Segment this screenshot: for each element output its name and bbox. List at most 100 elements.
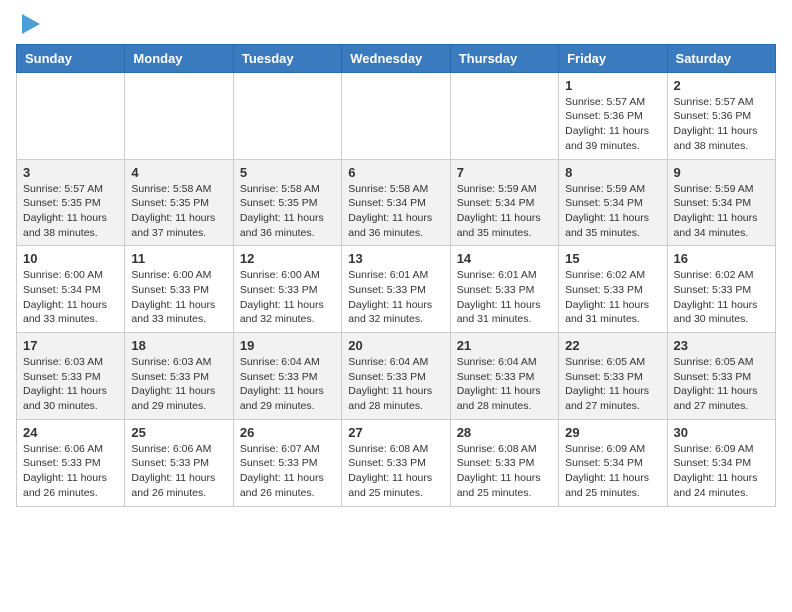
calendar-cell: 29 Sunrise: 6:09 AM Sunset: 5:34 PM Dayli… bbox=[559, 419, 667, 506]
calendar-cell bbox=[450, 72, 558, 159]
day-number: 8 bbox=[565, 165, 660, 180]
day-info: Sunrise: 6:04 AM Sunset: 5:33 PM Dayligh… bbox=[348, 355, 443, 414]
calendar-cell bbox=[233, 72, 341, 159]
day-info: Sunrise: 5:57 AM Sunset: 5:36 PM Dayligh… bbox=[674, 95, 769, 154]
day-info: Sunrise: 6:07 AM Sunset: 5:33 PM Dayligh… bbox=[240, 442, 335, 501]
day-number: 5 bbox=[240, 165, 335, 180]
col-header-saturday: Saturday bbox=[667, 44, 775, 72]
day-info: Sunrise: 6:03 AM Sunset: 5:33 PM Dayligh… bbox=[131, 355, 226, 414]
calendar-cell: 20 Sunrise: 6:04 AM Sunset: 5:33 PM Dayli… bbox=[342, 333, 450, 420]
calendar-cell: 8 Sunrise: 5:59 AM Sunset: 5:34 PM Daylig… bbox=[559, 159, 667, 246]
day-info: Sunrise: 5:58 AM Sunset: 5:35 PM Dayligh… bbox=[131, 182, 226, 241]
calendar-cell: 18 Sunrise: 6:03 AM Sunset: 5:33 PM Dayli… bbox=[125, 333, 233, 420]
day-number: 21 bbox=[457, 338, 552, 353]
calendar-cell: 19 Sunrise: 6:04 AM Sunset: 5:33 PM Dayli… bbox=[233, 333, 341, 420]
calendar-cell: 24 Sunrise: 6:06 AM Sunset: 5:33 PM Dayli… bbox=[17, 419, 125, 506]
col-header-monday: Monday bbox=[125, 44, 233, 72]
calendar-cell: 28 Sunrise: 6:08 AM Sunset: 5:33 PM Dayli… bbox=[450, 419, 558, 506]
col-header-wednesday: Wednesday bbox=[342, 44, 450, 72]
calendar-cell: 11 Sunrise: 6:00 AM Sunset: 5:33 PM Dayli… bbox=[125, 246, 233, 333]
day-info: Sunrise: 5:58 AM Sunset: 5:34 PM Dayligh… bbox=[348, 182, 443, 241]
day-number: 15 bbox=[565, 251, 660, 266]
col-header-friday: Friday bbox=[559, 44, 667, 72]
calendar-cell: 5 Sunrise: 5:58 AM Sunset: 5:35 PM Daylig… bbox=[233, 159, 341, 246]
day-info: Sunrise: 6:08 AM Sunset: 5:33 PM Dayligh… bbox=[457, 442, 552, 501]
day-number: 13 bbox=[348, 251, 443, 266]
calendar-cell: 27 Sunrise: 6:08 AM Sunset: 5:33 PM Dayli… bbox=[342, 419, 450, 506]
day-info: Sunrise: 6:02 AM Sunset: 5:33 PM Dayligh… bbox=[674, 268, 769, 327]
day-number: 2 bbox=[674, 78, 769, 93]
day-info: Sunrise: 6:00 AM Sunset: 5:33 PM Dayligh… bbox=[131, 268, 226, 327]
day-number: 18 bbox=[131, 338, 226, 353]
calendar-cell: 25 Sunrise: 6:06 AM Sunset: 5:33 PM Dayli… bbox=[125, 419, 233, 506]
day-number: 30 bbox=[674, 425, 769, 440]
calendar-cell: 9Sunrise: 5:59 AM Sunset: 5:34 PM Daylig… bbox=[667, 159, 775, 246]
day-info: Sunrise: 6:01 AM Sunset: 5:33 PM Dayligh… bbox=[457, 268, 552, 327]
day-number: 24 bbox=[23, 425, 118, 440]
logo-arrow-icon bbox=[22, 14, 40, 34]
calendar-cell bbox=[342, 72, 450, 159]
calendar-cell: 7 Sunrise: 5:59 AM Sunset: 5:34 PM Daylig… bbox=[450, 159, 558, 246]
day-info: Sunrise: 5:59 AM Sunset: 5:34 PM Dayligh… bbox=[457, 182, 552, 241]
day-info: Sunrise: 6:00 AM Sunset: 5:34 PM Dayligh… bbox=[23, 268, 118, 327]
day-info: Sunrise: 6:06 AM Sunset: 5:33 PM Dayligh… bbox=[23, 442, 118, 501]
calendar-cell: 21 Sunrise: 6:04 AM Sunset: 5:33 PM Dayli… bbox=[450, 333, 558, 420]
day-info: Sunrise: 5:57 AM Sunset: 5:35 PM Dayligh… bbox=[23, 182, 118, 241]
logo bbox=[16, 16, 40, 36]
day-number: 10 bbox=[23, 251, 118, 266]
calendar-cell bbox=[17, 72, 125, 159]
day-info: Sunrise: 5:59 AM Sunset: 5:34 PM Dayligh… bbox=[674, 182, 769, 241]
day-info: Sunrise: 6:09 AM Sunset: 5:34 PM Dayligh… bbox=[565, 442, 660, 501]
day-number: 14 bbox=[457, 251, 552, 266]
day-info: Sunrise: 5:57 AM Sunset: 5:36 PM Dayligh… bbox=[565, 95, 660, 154]
day-info: Sunrise: 6:02 AM Sunset: 5:33 PM Dayligh… bbox=[565, 268, 660, 327]
day-info: Sunrise: 6:03 AM Sunset: 5:33 PM Dayligh… bbox=[23, 355, 118, 414]
calendar-cell: 23 Sunrise: 6:05 AM Sunset: 5:33 PM Dayli… bbox=[667, 333, 775, 420]
calendar-cell: 3Sunrise: 5:57 AM Sunset: 5:35 PM Daylig… bbox=[17, 159, 125, 246]
day-info: Sunrise: 6:05 AM Sunset: 5:33 PM Dayligh… bbox=[565, 355, 660, 414]
calendar-cell: 12 Sunrise: 6:00 AM Sunset: 5:33 PM Dayli… bbox=[233, 246, 341, 333]
calendar-cell: 1 Sunrise: 5:57 AM Sunset: 5:36 PM Daylig… bbox=[559, 72, 667, 159]
calendar-cell: 26 Sunrise: 6:07 AM Sunset: 5:33 PM Dayli… bbox=[233, 419, 341, 506]
day-number: 11 bbox=[131, 251, 226, 266]
day-info: Sunrise: 6:00 AM Sunset: 5:33 PM Dayligh… bbox=[240, 268, 335, 327]
day-info: Sunrise: 6:05 AM Sunset: 5:33 PM Dayligh… bbox=[674, 355, 769, 414]
col-header-thursday: Thursday bbox=[450, 44, 558, 72]
day-number: 23 bbox=[674, 338, 769, 353]
day-info: Sunrise: 6:01 AM Sunset: 5:33 PM Dayligh… bbox=[348, 268, 443, 327]
day-number: 28 bbox=[457, 425, 552, 440]
day-info: Sunrise: 6:09 AM Sunset: 5:34 PM Dayligh… bbox=[674, 442, 769, 501]
day-info: Sunrise: 6:04 AM Sunset: 5:33 PM Dayligh… bbox=[240, 355, 335, 414]
day-number: 7 bbox=[457, 165, 552, 180]
calendar-cell: 30 Sunrise: 6:09 AM Sunset: 5:34 PM Dayli… bbox=[667, 419, 775, 506]
day-info: Sunrise: 5:59 AM Sunset: 5:34 PM Dayligh… bbox=[565, 182, 660, 241]
day-info: Sunrise: 6:06 AM Sunset: 5:33 PM Dayligh… bbox=[131, 442, 226, 501]
day-number: 1 bbox=[565, 78, 660, 93]
day-info: Sunrise: 6:08 AM Sunset: 5:33 PM Dayligh… bbox=[348, 442, 443, 501]
calendar-cell: 15 Sunrise: 6:02 AM Sunset: 5:33 PM Dayli… bbox=[559, 246, 667, 333]
day-number: 25 bbox=[131, 425, 226, 440]
day-number: 22 bbox=[565, 338, 660, 353]
calendar-cell: 13 Sunrise: 6:01 AM Sunset: 5:33 PM Dayli… bbox=[342, 246, 450, 333]
calendar-cell: 6 Sunrise: 5:58 AM Sunset: 5:34 PM Daylig… bbox=[342, 159, 450, 246]
calendar-cell bbox=[125, 72, 233, 159]
calendar-cell: 16 Sunrise: 6:02 AM Sunset: 5:33 PM Dayli… bbox=[667, 246, 775, 333]
day-number: 19 bbox=[240, 338, 335, 353]
day-number: 16 bbox=[674, 251, 769, 266]
day-number: 20 bbox=[348, 338, 443, 353]
calendar-cell: 17 Sunrise: 6:03 AM Sunset: 5:33 PM Dayli… bbox=[17, 333, 125, 420]
day-number: 29 bbox=[565, 425, 660, 440]
calendar-cell: 14 Sunrise: 6:01 AM Sunset: 5:33 PM Dayli… bbox=[450, 246, 558, 333]
day-number: 27 bbox=[348, 425, 443, 440]
page-header bbox=[16, 16, 776, 36]
day-number: 12 bbox=[240, 251, 335, 266]
day-number: 26 bbox=[240, 425, 335, 440]
day-info: Sunrise: 5:58 AM Sunset: 5:35 PM Dayligh… bbox=[240, 182, 335, 241]
col-header-sunday: Sunday bbox=[17, 44, 125, 72]
col-header-tuesday: Tuesday bbox=[233, 44, 341, 72]
day-info: Sunrise: 6:04 AM Sunset: 5:33 PM Dayligh… bbox=[457, 355, 552, 414]
calendar-cell: 10 Sunrise: 6:00 AM Sunset: 5:34 PM Dayli… bbox=[17, 246, 125, 333]
day-number: 17 bbox=[23, 338, 118, 353]
calendar-table: SundayMondayTuesdayWednesdayThursdayFrid… bbox=[16, 44, 776, 507]
day-number: 6 bbox=[348, 165, 443, 180]
